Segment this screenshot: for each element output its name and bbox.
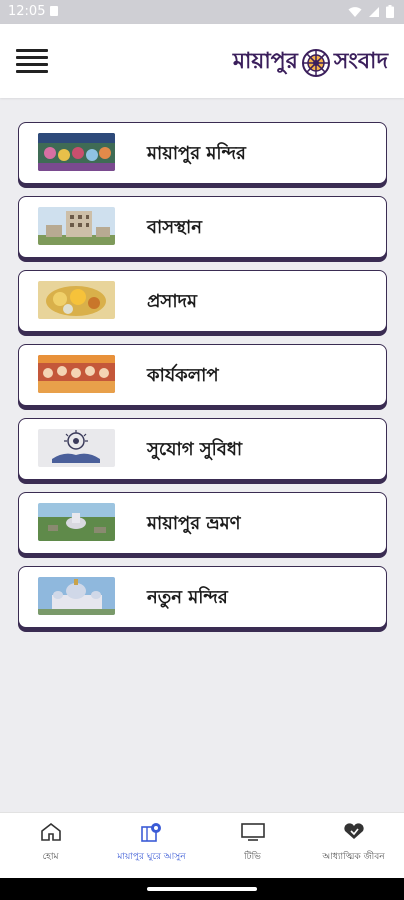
menu-card-accommodation[interactable]: বাসস্থান	[18, 196, 387, 258]
gesture-handle[interactable]	[147, 887, 257, 891]
home-icon	[40, 822, 61, 841]
menu-card-activities[interactable]: কার্যকলাপ	[18, 344, 387, 406]
menu-card-mayapur-temple[interactable]: মায়াপুর মন্দির	[18, 122, 387, 184]
nav-visit-mayapur[interactable]: মায়াপুর ঘুরে আসুন	[101, 813, 202, 879]
building-thumbnail	[38, 207, 115, 245]
nav-home[interactable]: হোম	[0, 813, 101, 879]
brand-word-1: মায়াপুর	[232, 48, 298, 74]
chakra-wheel-icon	[301, 48, 330, 77]
menu-card-new-temple[interactable]: নতুন মন্দির	[18, 566, 387, 628]
menu-card-mayapur-tour[interactable]: মায়াপুর ভ্রমণ	[18, 492, 387, 554]
heart-hands-icon	[343, 823, 364, 839]
menu-list: মায়াপুর মন্দির বাসস্থান প্রসাদম কার্যকল…	[18, 122, 387, 640]
wifi-icon	[348, 6, 362, 17]
facilities-thumbnail	[38, 429, 115, 467]
nav-tv-label: টিভি	[244, 852, 261, 862]
menu-card-label: বাসস্থান	[147, 217, 203, 238]
menu-card-label: কার্যকলাপ	[147, 365, 219, 386]
temple-deities-thumbnail	[38, 133, 115, 171]
hamburger-menu-icon[interactable]	[16, 49, 48, 73]
menu-card-label: মায়াপুর মন্দির	[147, 143, 246, 164]
nav-tv[interactable]: টিভি	[202, 813, 303, 879]
status-bar: 12:05	[0, 0, 404, 24]
tv-icon	[240, 823, 265, 841]
activities-thumbnail	[38, 355, 115, 393]
nav-visit-mayapur-label: মায়াপুর ঘুরে আসুন	[117, 852, 186, 862]
menu-card-label: মায়াপুর ভ্রমণ	[147, 513, 241, 534]
app-bar: মায়াপুর সংবাদ	[0, 24, 404, 98]
menu-card-prasadam[interactable]: প্রসাদম	[18, 270, 387, 332]
system-navigation-bar	[0, 878, 404, 900]
menu-card-label: নতুন মন্দির	[147, 587, 228, 608]
nav-spiritual-life[interactable]: আধ্যাত্মিক জীবন	[303, 813, 404, 879]
sim-icon	[50, 6, 58, 16]
status-time: 12:05	[8, 4, 46, 19]
nav-spiritual-life-label: আধ্যাত্মিক জীবন	[322, 852, 385, 862]
battery-icon	[386, 5, 394, 18]
menu-card-facilities[interactable]: সুযোগ সুবিধা	[18, 418, 387, 480]
food-thumbnail	[38, 281, 115, 319]
menu-card-label: প্রসাদম	[147, 291, 197, 312]
menu-card-label: সুযোগ সুবিধা	[147, 439, 243, 460]
new-temple-thumbnail	[38, 577, 115, 615]
aerial-view-thumbnail	[38, 503, 115, 541]
map-pin-icon	[140, 823, 161, 842]
nav-home-label: হোম	[42, 852, 59, 862]
brand-word-2: সংবাদ	[333, 48, 388, 74]
brand-logo: মায়াপুর সংবাদ	[233, 44, 388, 81]
signal-icon	[369, 6, 379, 17]
bottom-navigation: হোম মায়াপুর ঘুরে আসুন টিভি আধ্যাত্মিক জ…	[0, 812, 404, 879]
